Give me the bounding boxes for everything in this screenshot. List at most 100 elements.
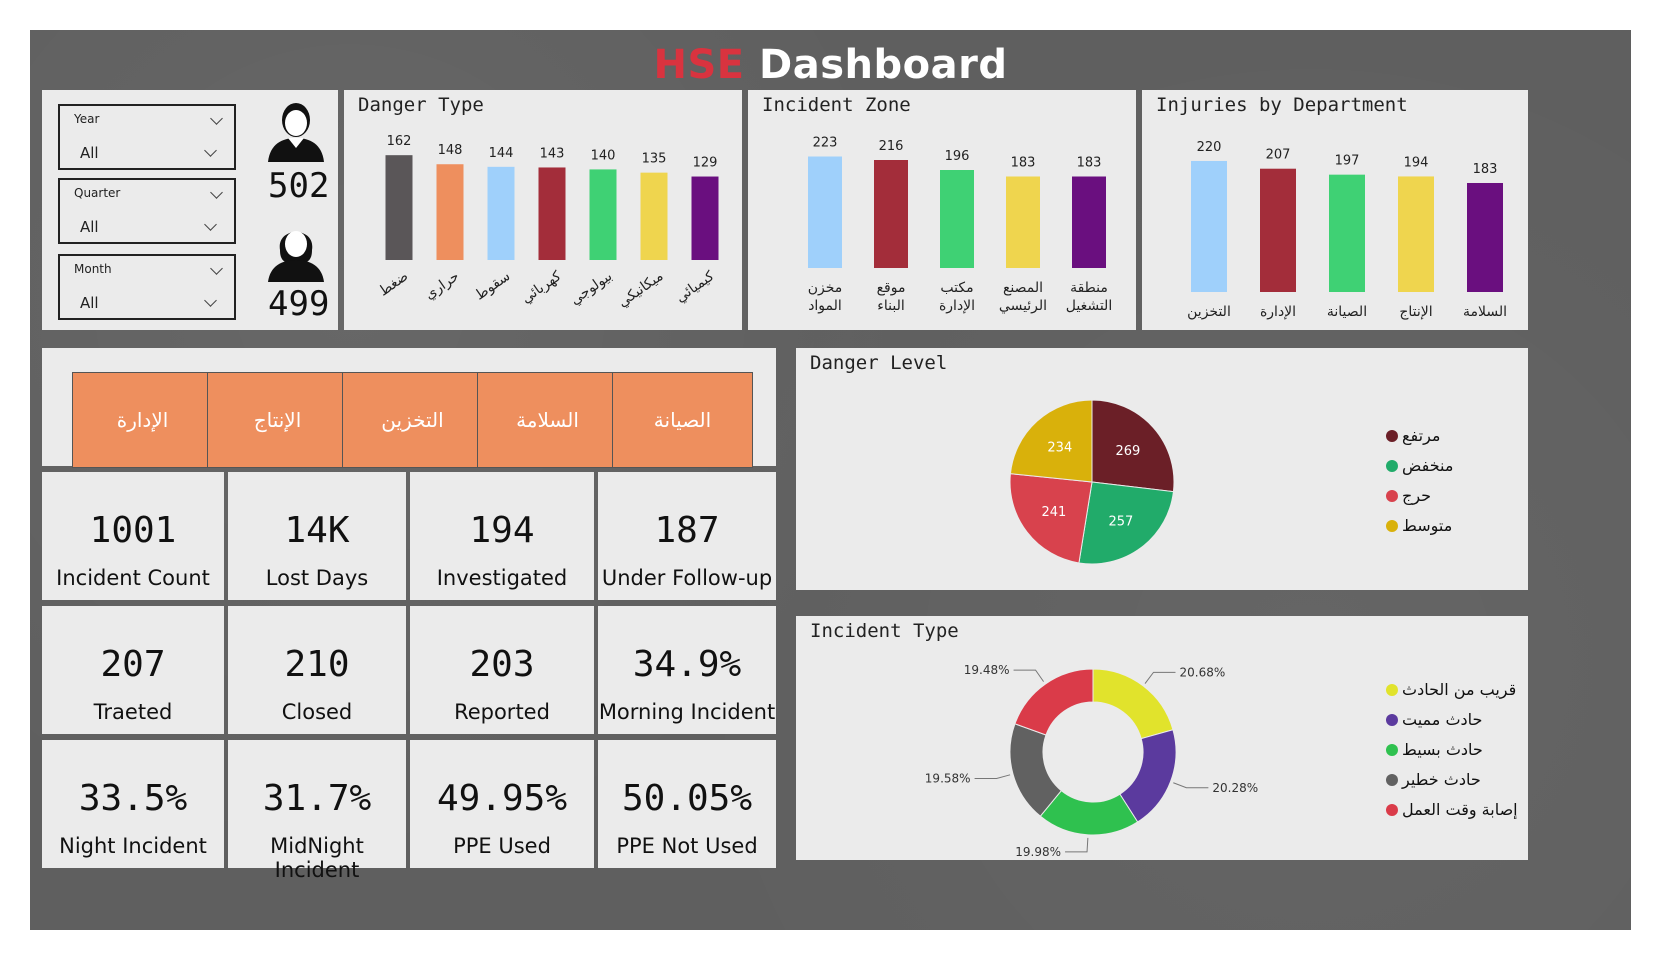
department-button-maintenance[interactable]: الصيانة	[612, 372, 753, 468]
kpi-card: 31.7% MidNight Incident	[228, 740, 406, 882]
kpi-label: Traeted	[93, 700, 173, 724]
dashboard-title: HSE Dashboard	[30, 42, 1631, 88]
bar	[1006, 176, 1040, 268]
legend-item[interactable]: حادث خطير	[1386, 770, 1481, 789]
title-text: Dashboard	[744, 42, 1008, 88]
tick-label: الإنتاج	[1399, 304, 1432, 320]
chevron-down-icon[interactable]	[210, 112, 223, 125]
legend-item[interactable]: حرج	[1386, 486, 1431, 505]
legend-marker	[1386, 519, 1398, 532]
slicer-label: Quarter	[74, 186, 121, 200]
legend-item[interactable]: متوسط	[1386, 516, 1452, 535]
kpi-label: Closed	[281, 700, 353, 724]
bar	[640, 172, 668, 260]
incident-zone-chart: 223 مخزن المواد 216 موقع البناء 196 مكتب الإدارة…	[808, 136, 1113, 315]
legend-label: حرج	[1402, 486, 1432, 505]
bar	[691, 176, 719, 260]
data-label: 162	[387, 134, 412, 149]
tick-label: سقوط	[472, 268, 513, 303]
kpi-value: 207	[100, 644, 166, 685]
bar	[589, 169, 617, 260]
kpi-label: Incident Count	[56, 566, 210, 590]
department-button-admin[interactable]: الإدارة	[72, 372, 213, 468]
kpi-card: 207 Traeted	[42, 606, 224, 734]
tick-label: ميكانيكي	[615, 268, 666, 311]
data-label: 129	[693, 156, 718, 171]
chevron-down-icon[interactable]	[210, 262, 223, 275]
data-label: 19.48%	[964, 663, 1010, 677]
tick-label: التخزين	[1187, 304, 1231, 320]
quarter-slicer[interactable]: Quarter All	[58, 178, 236, 244]
legend-marker	[1386, 803, 1398, 816]
legend-item[interactable]: قريب من الحادث	[1386, 680, 1516, 699]
leader-line	[974, 774, 1011, 780]
kpi-value: 203	[469, 644, 535, 685]
legend-marker	[1386, 743, 1398, 756]
kpi-label: MidNight Incident	[270, 834, 364, 882]
tick-label: السلامة	[1463, 304, 1507, 320]
data-label: 183	[1473, 162, 1498, 177]
legend-item[interactable]: إصابة وقت العمل	[1386, 800, 1518, 819]
legend-label: حادث بسيط	[1402, 740, 1483, 759]
tick-label: بيولوجي	[567, 268, 615, 308]
chevron-down-icon[interactable]	[204, 294, 217, 307]
kpi-value: 34.9%	[632, 644, 742, 685]
department-button-safety[interactable]: السلامة	[477, 372, 618, 468]
department-button-production[interactable]: الإنتاج	[207, 372, 348, 468]
chevron-down-icon[interactable]	[204, 144, 217, 157]
data-label: 144	[489, 146, 514, 161]
bar	[1260, 168, 1296, 292]
slicer-value: All	[80, 294, 99, 312]
data-label: 20.28%	[1212, 781, 1258, 795]
chevron-down-icon[interactable]	[204, 218, 217, 231]
kpi-value: 33.5%	[78, 778, 188, 819]
kpi-card: 49.95% PPE Used	[410, 740, 594, 868]
kpi-value: 31.7%	[262, 778, 372, 819]
dashboard-frame: HSE Dashboard Year All Quarter All Month…	[30, 30, 1631, 930]
legend-item[interactable]: حادث مميت	[1386, 710, 1482, 729]
slicer-value: All	[80, 218, 99, 236]
legend-label: منخفض	[1402, 456, 1454, 475]
kpi-value: 187	[654, 510, 720, 551]
department-button-storage[interactable]: التخزين	[342, 372, 483, 468]
bar	[538, 167, 566, 260]
tick-label: ضغط	[376, 268, 411, 299]
bar	[1398, 176, 1434, 292]
data-label: 257	[1109, 514, 1134, 529]
tick-label: حراري	[422, 268, 462, 303]
legend-label: متوسط	[1402, 516, 1453, 535]
legend-item[interactable]: مرتفع	[1386, 426, 1440, 445]
tick-label: البناء	[877, 298, 904, 314]
injuries-panel: Injuries by Department 220 التخزين 207 الإد…	[1142, 90, 1528, 330]
legend-item[interactable]: حادث بسيط	[1386, 740, 1483, 759]
kpi-card: 203 Reported	[410, 606, 594, 734]
legend-marker	[1386, 489, 1398, 502]
bar	[1467, 182, 1503, 292]
tick-label: موقع	[877, 280, 906, 296]
data-label: 183	[1011, 156, 1036, 171]
kpi-value: 49.95%	[436, 778, 568, 819]
legend-item[interactable]: منخفض	[1386, 456, 1453, 475]
female-person-icon	[268, 231, 324, 282]
legend-label: إصابة وقت العمل	[1402, 800, 1518, 819]
bar	[874, 160, 908, 268]
tick-label: مخزن	[808, 280, 843, 296]
male-person-icon	[268, 103, 324, 162]
tick-label: كهربائي	[519, 268, 565, 307]
tick-label: الصيانة	[1327, 304, 1367, 320]
chevron-down-icon[interactable]	[210, 186, 223, 199]
kpi-label: Lost Days	[265, 566, 369, 590]
data-label: 19.58%	[925, 772, 971, 786]
kpi-label: Morning Incident	[598, 700, 776, 724]
year-slicer[interactable]: Year All	[58, 104, 236, 170]
leader-line	[1013, 669, 1045, 682]
chart-title: Injuries by Department	[1156, 94, 1408, 116]
kpi-label: Under Follow-up	[601, 566, 773, 590]
slice	[1014, 668, 1094, 736]
legend-label: حادث مميت	[1402, 710, 1483, 729]
data-label: 194	[1404, 155, 1429, 170]
tick-label: المواد	[808, 298, 842, 314]
bar	[1191, 160, 1227, 292]
month-slicer[interactable]: Month All	[58, 254, 236, 320]
kpi-card: 33.5% Night Incident	[42, 740, 224, 868]
